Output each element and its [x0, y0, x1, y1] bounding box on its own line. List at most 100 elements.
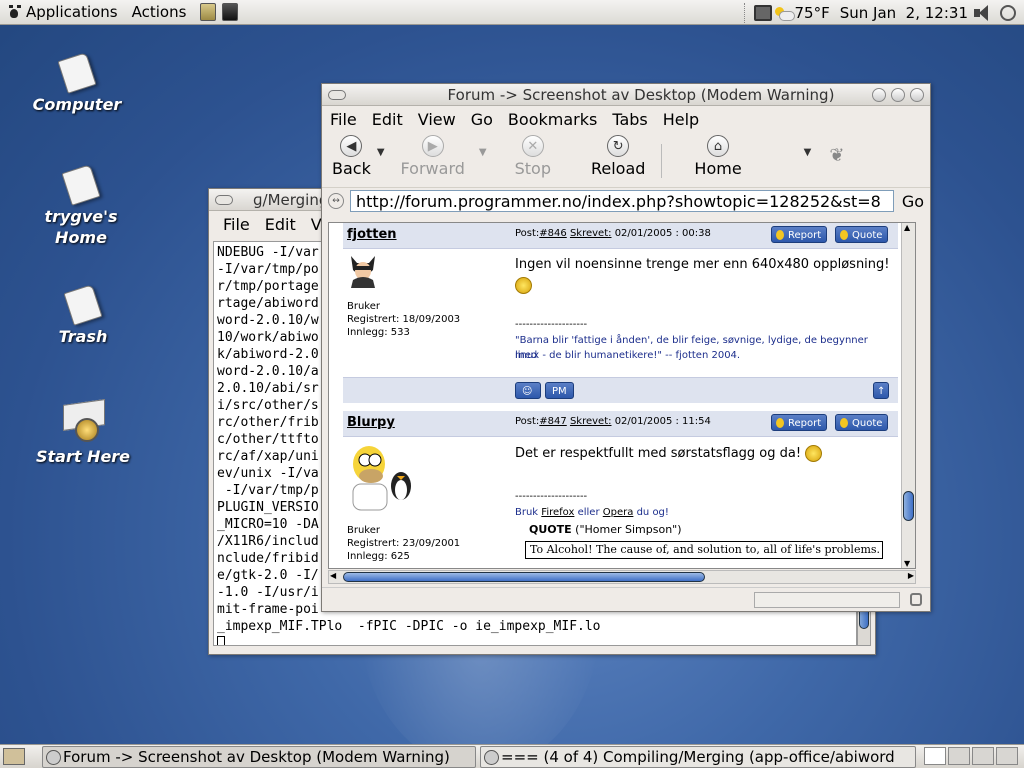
reload-button[interactable]: ↻ Reload — [591, 135, 645, 178]
quote-box: To Alcohol! The cause of, and solution t… — [525, 541, 883, 559]
scroll-down-icon[interactable]: ▼ — [904, 559, 910, 568]
post-number-link[interactable]: #846 — [539, 228, 566, 239]
toolbar-overflow-icon[interactable]: ▼ — [804, 147, 812, 158]
page-content[interactable]: fjotten Post: #846 Skrevet: 02/01/2005 : … — [328, 222, 916, 569]
firefox-link[interactable]: Firefox — [541, 507, 574, 518]
stop-label: Stop — [514, 159, 551, 178]
throbber-foot-icon: ❦ — [829, 145, 845, 166]
workspace-1[interactable] — [924, 747, 946, 765]
workspace-4[interactable] — [996, 747, 1018, 765]
terminal-launcher-icon[interactable] — [222, 3, 239, 21]
status-bar — [322, 587, 930, 611]
window-menu-icon[interactable] — [215, 194, 233, 205]
stop-button[interactable]: ✕ Stop — [515, 135, 551, 178]
progress-field — [754, 592, 900, 608]
desktop-icon-computer[interactable]: Computer — [22, 52, 132, 115]
computer-icon — [57, 52, 97, 94]
opera-link[interactable]: Opera — [603, 507, 634, 518]
back-arrow-icon: ◀ — [340, 135, 363, 157]
scroll-right-icon[interactable]: ▶ — [908, 571, 914, 580]
clock[interactable]: Sun Jan 2, 12:31 — [840, 4, 968, 22]
url-input[interactable]: http://forum.programmer.no/index.php?sho… — [350, 190, 894, 212]
quote-button[interactable]: Quote — [835, 226, 889, 243]
close-button[interactable] — [910, 88, 924, 102]
user-post-count: Innlegg: 625 — [347, 551, 410, 562]
desktop-icon-home[interactable]: trygve's Home — [26, 164, 136, 248]
window-menu-icon[interactable] — [328, 89, 346, 100]
weather-temperature[interactable]: 75°F — [795, 4, 830, 22]
scrollbar-thumb[interactable] — [903, 491, 914, 521]
post-label: Post: — [515, 416, 540, 427]
workspace-2[interactable] — [948, 747, 970, 765]
grin-smiley-icon — [515, 277, 532, 294]
post-date: 02/01/2005 : 11:54 — [614, 416, 711, 427]
back-history-dropdown-icon[interactable]: ▼ — [377, 147, 385, 158]
menu-file[interactable]: File — [223, 215, 250, 234]
menu-bookmarks[interactable]: Bookmarks — [508, 110, 597, 129]
back-label: Back — [332, 159, 371, 178]
forward-button[interactable]: ▶ Forward — [401, 135, 465, 178]
signature-separator: -------------------- — [515, 491, 588, 502]
weather-icon[interactable] — [774, 6, 795, 21]
post-body: Ingen vil noensinne trenge mer enn 640x4… — [515, 257, 890, 272]
scroll-up-icon[interactable]: ▲ — [904, 223, 910, 232]
quote-button[interactable]: Quote — [835, 414, 889, 431]
browser-titlebar[interactable]: Forum -> Screenshot av Desktop (Modem Wa… — [322, 84, 930, 106]
forward-history-dropdown-icon[interactable]: ▼ — [479, 147, 487, 158]
back-button[interactable]: ◀ Back — [332, 135, 371, 178]
taskbar-button-browser[interactable]: Forum -> Screenshot av Desktop (Modem Wa… — [42, 746, 476, 768]
menu-tabs[interactable]: Tabs — [612, 110, 647, 129]
post-header: fjotten Post:#846 Skrevet: 02/01/2005 : … — [343, 223, 898, 249]
window-controls — [872, 88, 924, 102]
bottom-panel: Forum -> Screenshot av Desktop (Modem Wa… — [0, 744, 1024, 768]
desktop-icon-trash[interactable]: Trash — [28, 284, 138, 347]
menu-edit[interactable]: Edit — [372, 110, 403, 129]
browser-menubar: File Edit View Go Bookmarks Tabs Help — [322, 106, 930, 132]
post-author-link[interactable]: Blurpy — [347, 415, 395, 430]
actions-menu[interactable]: Actions — [132, 3, 187, 21]
terminal-cursor — [217, 636, 225, 645]
reload-label: Reload — [590, 159, 646, 178]
top-arrow-icon[interactable]: ↑ — [873, 382, 889, 399]
workspace-3[interactable] — [972, 747, 994, 765]
user-avatar — [347, 442, 419, 518]
scroll-left-icon[interactable]: ◀ — [330, 571, 336, 580]
desktop-icon-start-here[interactable]: Start Here — [28, 398, 138, 467]
window-title: Forum -> Screenshot av Desktop (Modem Wa… — [447, 85, 835, 104]
written-label: Skrevet: — [569, 228, 612, 239]
show-desktop-icon[interactable] — [3, 748, 25, 765]
scrollbar-thumb[interactable] — [343, 572, 705, 582]
home-label: Home — [694, 159, 742, 178]
horizontal-scrollbar[interactable]: ◀ ▶ — [328, 570, 916, 584]
menu-go[interactable]: Go — [471, 110, 493, 129]
taskbar-button-terminal[interactable]: === (4 of 4) Compiling/Merging (app-offi… — [480, 746, 916, 768]
text-editor-launcher-icon[interactable] — [200, 3, 217, 21]
maximize-button[interactable] — [891, 88, 905, 102]
report-button[interactable]: Report — [771, 414, 828, 431]
security-lock-icon[interactable] — [910, 593, 922, 606]
menu-view[interactable]: View — [418, 110, 456, 129]
menu-help[interactable]: Help — [663, 110, 699, 129]
gnome-foot-icon[interactable] — [8, 5, 22, 19]
pm-button[interactable]: PM — [545, 382, 574, 399]
home-button[interactable]: ⌂ Home — [694, 135, 742, 178]
desktop-icon-label: Start Here — [35, 447, 131, 466]
trash-icon — [63, 284, 103, 326]
vertical-scrollbar[interactable]: ▲ ▼ — [901, 223, 915, 568]
rolleyes-smiley-icon — [805, 445, 823, 462]
post-number-link[interactable]: #847 — [539, 416, 566, 427]
menu-edit[interactable]: Edit — [265, 215, 296, 234]
post-author-link[interactable]: fjotten — [347, 227, 397, 242]
browser-window[interactable]: Forum -> Screenshot av Desktop (Modem Wa… — [321, 83, 931, 612]
go-button[interactable]: Go — [902, 192, 924, 211]
profile-icon[interactable]: ☺ — [515, 382, 541, 399]
minimize-button[interactable] — [872, 88, 886, 102]
log-out-icon[interactable] — [1000, 4, 1016, 21]
network-monitor-icon[interactable] — [753, 4, 772, 21]
menu-file[interactable]: File — [330, 110, 357, 129]
post-meta: Post:#847 Skrevet: 02/01/2005 : 11:54 — [515, 416, 711, 427]
report-button[interactable]: Report — [771, 226, 828, 243]
applications-menu[interactable]: Applications — [26, 3, 118, 21]
page-proxy-icon[interactable]: ↔ — [328, 193, 344, 209]
volume-icon[interactable] — [974, 4, 994, 21]
